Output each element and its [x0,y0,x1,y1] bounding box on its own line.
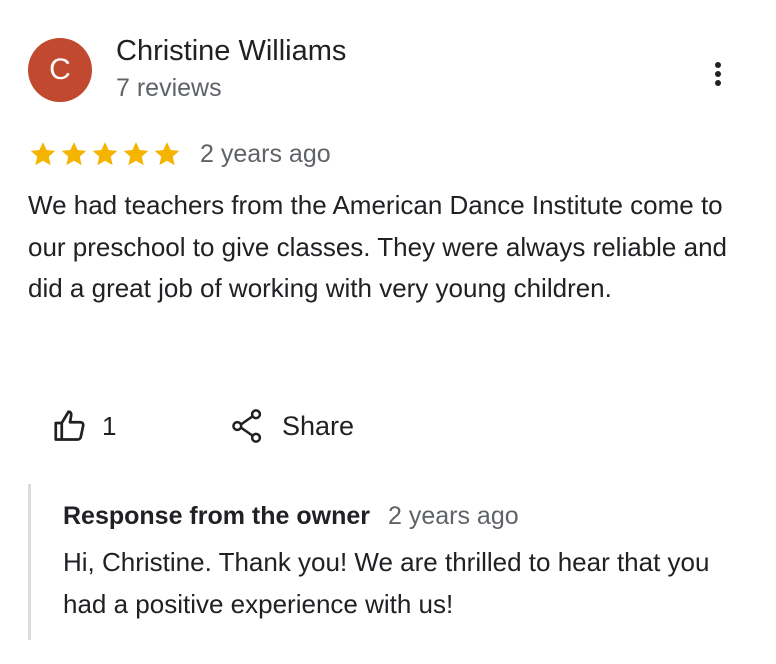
owner-response-header: Response from the owner 2 years ago [63,502,519,531]
author-name[interactable]: Christine Williams [116,35,346,68]
author-review-count: 7 reviews [116,74,222,102]
thumbs-up-icon [54,410,85,441]
owner-response-date: 2 years ago [388,502,519,530]
share-icon [232,409,262,443]
share-button[interactable]: Share [230,408,354,444]
owner-response-title: Response from the owner [63,502,370,530]
share-label: Share [282,410,355,441]
more-vert-icon [715,62,721,86]
like-button[interactable]: 1 [52,408,116,444]
avatar[interactable]: C [28,38,92,102]
review-text: We had teachers from the American Dance … [28,190,727,303]
owner-response-text: Hi, Christine. Thank you! We are thrille… [63,547,710,619]
owner-response: Response from the owner 2 years ago Hi, … [28,484,751,640]
like-count: 1 [102,410,117,441]
star-icon [30,142,56,166]
star-icon [92,142,118,166]
star-icon [123,142,149,166]
review-date: 2 years ago [200,139,331,168]
star-icon [154,142,180,166]
star-rating [28,139,182,169]
star-icon [61,142,87,166]
rating-row: 2 years ago [28,139,331,169]
more-options-button[interactable] [700,56,736,92]
